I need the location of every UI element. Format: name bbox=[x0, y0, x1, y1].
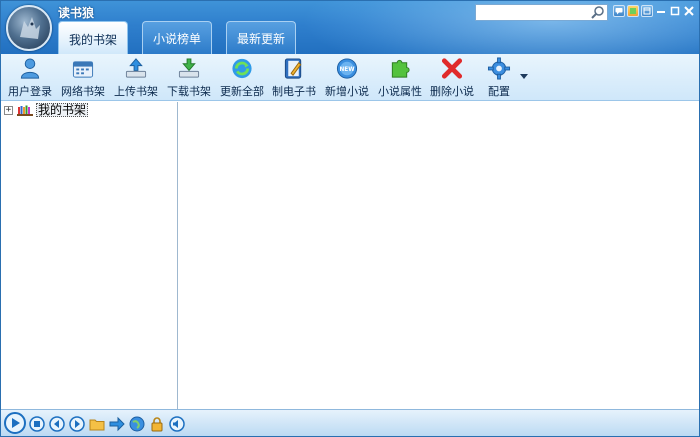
add-novel-button[interactable]: NEW 新增小说 bbox=[325, 57, 369, 99]
upload-bookshelf-button[interactable]: 上传书架 bbox=[114, 57, 158, 99]
chat-icon[interactable] bbox=[613, 5, 625, 17]
bookshelf-tree: + 我的书架 bbox=[1, 102, 178, 409]
toolbar-overflow-icon[interactable] bbox=[520, 74, 528, 80]
app-window: 读书狼 我的书架 小说榜单 最新更新 用户登录 网络书架 上传书架 下载书架 更… bbox=[0, 0, 700, 437]
tab-novel-ranking[interactable]: 小说榜单 bbox=[142, 21, 212, 54]
tab-latest-updates[interactable]: 最新更新 bbox=[226, 21, 296, 54]
refresh-icon bbox=[232, 58, 252, 79]
play-icon[interactable] bbox=[4, 412, 26, 434]
gear-icon bbox=[487, 57, 511, 80]
stop-icon[interactable] bbox=[29, 416, 45, 432]
tree-label: 我的书架 bbox=[36, 103, 89, 117]
lock-icon[interactable] bbox=[149, 416, 165, 432]
toolbar-label: 新增小说 bbox=[325, 85, 369, 98]
app-title: 读书狼 bbox=[58, 6, 95, 20]
toolbar-label: 制电子书 bbox=[272, 85, 316, 98]
next-icon[interactable] bbox=[69, 416, 85, 432]
toolbar-label: 小说属性 bbox=[378, 85, 422, 98]
ebook-icon bbox=[284, 58, 302, 79]
delete-novel-button[interactable]: 删除小说 bbox=[430, 57, 474, 99]
user-login-button[interactable]: 用户登录 bbox=[8, 57, 52, 99]
download-icon bbox=[178, 58, 200, 78]
novel-properties-button[interactable]: 小说属性 bbox=[378, 57, 422, 99]
toolbar: 用户登录 网络书架 上传书架 下载书架 更新全部 制电子书 NEW 新增小说 小… bbox=[1, 54, 699, 101]
update-all-button[interactable]: 更新全部 bbox=[220, 57, 264, 99]
maximize-icon[interactable] bbox=[669, 5, 681, 17]
minimize-icon[interactable] bbox=[655, 5, 667, 17]
toolbar-label: 配置 bbox=[488, 85, 510, 98]
user-icon bbox=[20, 58, 40, 79]
online-bookshelf-button[interactable]: 网络书架 bbox=[61, 57, 105, 99]
bookshelf-icon bbox=[17, 105, 33, 116]
skin-icon[interactable] bbox=[627, 5, 639, 17]
toolbar-label: 上传书架 bbox=[114, 85, 158, 98]
calendar-icon bbox=[72, 61, 94, 78]
toolbar-label: 更新全部 bbox=[220, 85, 264, 98]
search-input[interactable] bbox=[475, 4, 608, 21]
expand-icon[interactable]: + bbox=[4, 105, 13, 115]
globe-icon[interactable] bbox=[129, 416, 145, 432]
tab-my-bookshelf[interactable]: 我的书架 bbox=[58, 21, 128, 54]
menu-icon[interactable] bbox=[641, 5, 653, 17]
search-icon[interactable] bbox=[591, 6, 605, 19]
content-pane bbox=[179, 102, 699, 409]
window-controls bbox=[613, 5, 695, 17]
toolbar-label: 网络书架 bbox=[61, 85, 105, 98]
toolbar-label: 删除小说 bbox=[430, 85, 474, 98]
settings-button[interactable]: 配置 bbox=[487, 57, 511, 99]
title-bar: 读书狼 我的书架 小说榜单 最新更新 bbox=[1, 1, 699, 54]
make-ebook-button[interactable]: 制电子书 bbox=[272, 57, 316, 99]
close-icon[interactable] bbox=[683, 5, 695, 17]
new-icon: NEW bbox=[336, 58, 358, 79]
svg-text:NEW: NEW bbox=[339, 67, 355, 73]
folder-icon[interactable] bbox=[89, 416, 105, 432]
download-bookshelf-button[interactable]: 下载书架 bbox=[167, 57, 211, 99]
forward-icon[interactable] bbox=[109, 416, 125, 432]
tree-node-my-bookshelf[interactable]: + 我的书架 bbox=[4, 103, 89, 117]
puzzle-icon bbox=[391, 59, 410, 78]
toolbar-label: 用户登录 bbox=[8, 85, 52, 98]
previous-icon[interactable] bbox=[49, 416, 65, 432]
delete-icon bbox=[441, 58, 463, 79]
upload-icon bbox=[125, 58, 147, 78]
toolbar-label: 下载书架 bbox=[167, 85, 211, 98]
app-logo bbox=[6, 5, 52, 51]
volume-icon[interactable] bbox=[169, 416, 185, 432]
status-bar bbox=[1, 409, 699, 436]
